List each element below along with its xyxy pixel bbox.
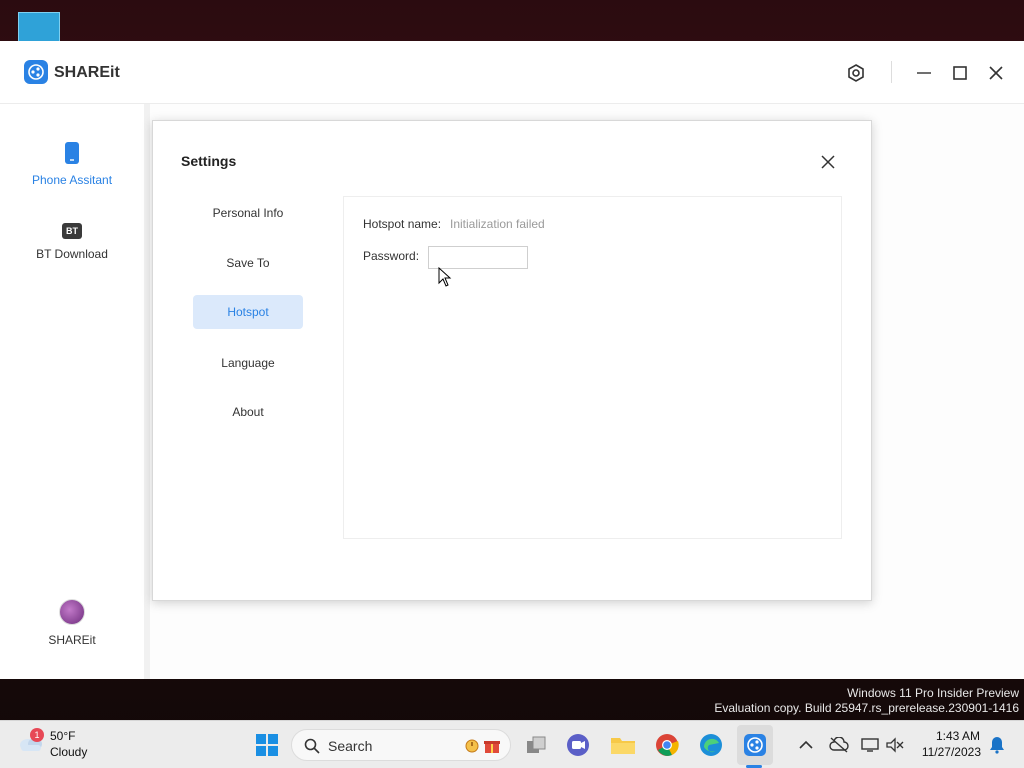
volume-muted-icon — [886, 737, 904, 753]
sidebar-item-phone-assistant[interactable]: Phone Assitant — [0, 141, 144, 187]
dialog-title: Settings — [181, 153, 237, 169]
shareit-taskbar-button[interactable] — [740, 730, 770, 760]
shareit-logo-icon — [24, 60, 48, 84]
windows-logo-icon — [256, 734, 278, 756]
chrome-button[interactable] — [652, 730, 682, 760]
task-view-icon — [527, 736, 546, 753]
cloud-offline-icon — [829, 737, 849, 753]
avatar — [59, 599, 85, 625]
start-button[interactable] — [252, 730, 282, 760]
chrome-icon — [656, 734, 679, 756]
show-hidden-icons-button[interactable] — [791, 730, 821, 760]
hotspot-name-value: Initialization failed — [450, 217, 545, 231]
mouse-cursor-icon — [438, 267, 452, 287]
bell-icon — [990, 737, 1004, 754]
titlebar-divider — [891, 61, 892, 83]
settings-dialog: Settings Personal Info Save To Hotspot L… — [152, 120, 872, 601]
shareit-icon — [744, 734, 766, 756]
clock-time[interactable]: 1:43 AM — [920, 729, 980, 743]
task-view-button[interactable] — [521, 730, 551, 760]
password-label: Password: — [363, 249, 420, 263]
dialog-close-button[interactable] — [817, 151, 839, 173]
close-icon — [989, 66, 1003, 80]
clock-date[interactable]: 11/27/2023 — [905, 745, 981, 759]
meet-app-button[interactable] — [563, 730, 593, 760]
weather-temperature: 50°F — [50, 729, 76, 743]
app-title: SHAREit — [54, 64, 120, 81]
sidebar-item-label: SHAREit — [48, 633, 96, 647]
minimize-button[interactable] — [910, 59, 938, 87]
search-placeholder: Search — [328, 738, 373, 754]
password-input[interactable] — [428, 246, 528, 269]
alarm-clock-icon — [465, 739, 479, 753]
nav-language[interactable]: Language — [193, 346, 303, 380]
sidebar-item-profile[interactable]: SHAREit — [0, 599, 144, 647]
title-bar: SHAREit — [0, 41, 1024, 104]
notifications-button[interactable] — [982, 730, 1012, 760]
phone-icon — [65, 142, 79, 164]
windows-watermark: Windows 11 Pro Insider Preview Evaluatio… — [714, 686, 1019, 716]
weather-condition: Cloudy — [50, 745, 88, 759]
notification-badge: 1 — [30, 728, 44, 742]
bt-icon-text: BT — [66, 226, 78, 236]
nav-personal-info[interactable]: Personal Info — [193, 196, 303, 230]
nav-save-to[interactable]: Save To — [193, 246, 303, 280]
bt-icon: BT — [62, 223, 82, 239]
maximize-button[interactable] — [946, 59, 974, 87]
gear-icon — [848, 64, 864, 82]
nav-about[interactable]: About — [193, 395, 303, 429]
nav-hotspot[interactable]: Hotspot — [193, 295, 303, 329]
content-edge — [144, 104, 150, 679]
video-chat-icon — [567, 734, 589, 756]
sidebar-item-label: Phone Assitant — [31, 173, 113, 187]
minimize-icon — [917, 72, 931, 74]
settings-button[interactable] — [842, 59, 870, 87]
network-tray-button[interactable] — [824, 730, 854, 760]
search-icon — [304, 738, 320, 754]
edge-button[interactable] — [696, 730, 726, 760]
edge-icon — [700, 734, 722, 756]
sidebar-item-label: BT Download — [36, 247, 108, 261]
hotspot-panel: Hotspot name: Initialization failed Pass… — [343, 196, 842, 539]
gift-icon — [484, 741, 500, 753]
sidebar-item-bt-download[interactable]: BT BT Download — [0, 223, 144, 261]
chevron-up-icon — [799, 740, 813, 749]
folder-icon — [611, 738, 635, 754]
watermark-line-1: Windows 11 Pro Insider Preview — [847, 686, 1019, 700]
monitor-icon — [861, 738, 879, 752]
sidebar: Phone Assitant BT BT Download SHAREit — [0, 104, 144, 679]
file-explorer-button[interactable] — [608, 730, 638, 760]
close-icon — [821, 155, 835, 169]
hotspot-name-label: Hotspot name: — [363, 217, 442, 231]
watermark-line-2: Evaluation copy. Build 25947.rs_prerelea… — [714, 701, 1019, 715]
desktop-shortcut-icon[interactable] — [18, 12, 60, 42]
taskbar: 1 50°F Cloudy Search 1:43 AM 11/27/2023 — [0, 720, 1024, 768]
taskbar-search[interactable]: Search — [291, 729, 511, 761]
close-button[interactable] — [982, 59, 1010, 87]
maximize-icon — [953, 66, 967, 80]
